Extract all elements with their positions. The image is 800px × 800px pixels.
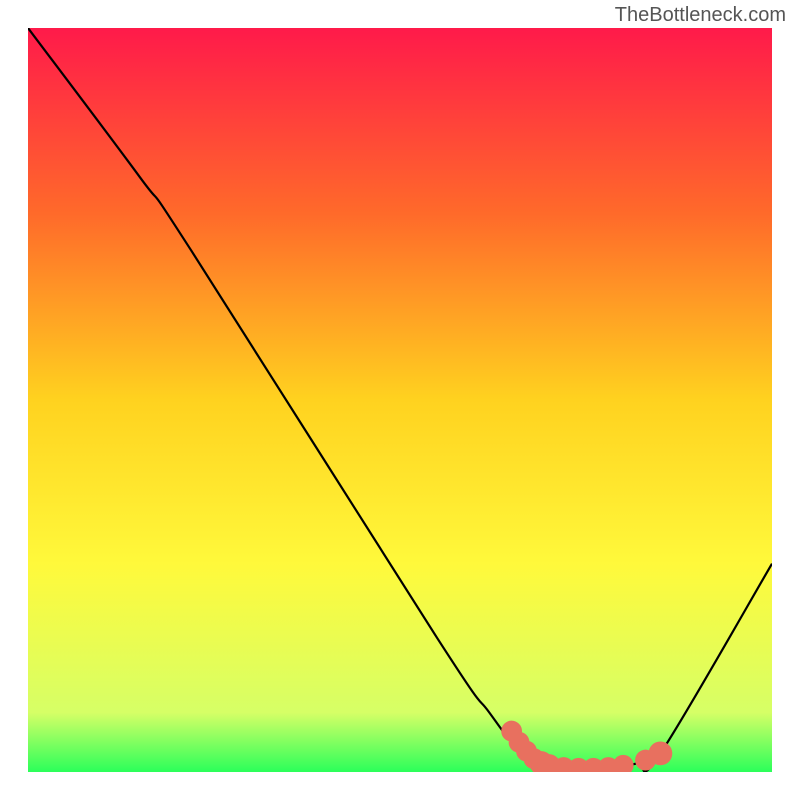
chart-container: TheBottleneck.com [0,0,800,800]
plot-area [28,28,772,772]
watermark-text: TheBottleneck.com [615,4,786,27]
chart-svg [28,28,772,772]
data-marker [648,741,672,765]
gradient-background [28,28,772,772]
